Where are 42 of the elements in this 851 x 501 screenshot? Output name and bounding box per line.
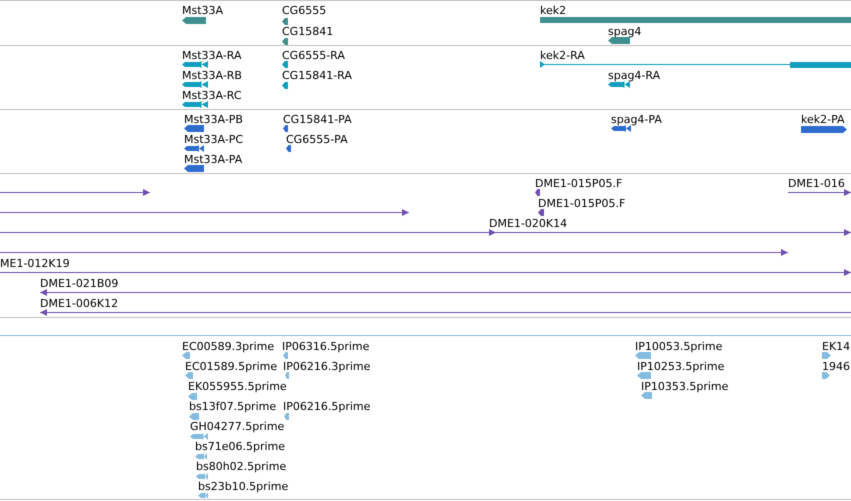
feature-label: EK14 [822,341,850,352]
feature-label: EK055955.5prime [188,381,287,392]
feature-label: bs71e06.5prime [195,441,286,452]
feature-label: DME1-015P05.F [535,178,622,189]
feature-label: CG15841-RA [282,70,352,81]
feature-label: Mst33A [182,5,224,16]
feature-label: IP10253.5prime [637,361,724,372]
feature-label: Mst33A-RC [182,90,242,101]
feature-label: DME1-015P05.F [538,198,626,209]
feature-label: CG15841-PA [283,114,352,125]
feature-label: DME1-016 [788,178,845,189]
feature-label: CG6555-RA [282,50,345,61]
feature-label: DME1-020K14 [489,218,568,229]
feature-label: spag4-RA [608,70,660,81]
feature-label: IP06216.3prime [283,361,370,372]
feature-label: DME1-006K12 [40,298,118,309]
feature-label: kek2-RA [540,50,585,61]
feature-label: CG6555-PA [286,134,348,145]
feature-label: IP10353.5prime [641,381,728,392]
feature-label: bs23b10.5prime [198,481,288,492]
feature-label: spag4 [608,26,642,37]
feature-label: 1946 [822,361,850,372]
feature-label: Mst33A-PC [184,134,244,145]
feature-label: EC01589.5prime [185,361,278,372]
feature-label: Mst33A-PA [184,154,242,165]
feature-label: IP06216.5prime [283,401,370,412]
feature-label: Mst33A-RA [182,50,242,61]
feature-label: kek2 [540,5,566,16]
feature-label: CG15841 [282,26,334,37]
feature-label: IP10053.5prime [635,341,722,352]
feature-label: spag4-PA [611,114,662,125]
feature-label: ME1-012K19 [0,258,70,269]
feature-label: EC00589.3prime [182,341,274,352]
feature-label: bs80h02.5prime [196,461,286,472]
feature-label: IP06316.5prime [282,341,370,352]
feature-label: CG6555 [282,5,326,16]
feature-label: GH04277.5prime [190,421,284,432]
feature-label: DME1-021B09 [40,278,118,289]
feature-label: kek2-PA [801,114,845,125]
feature-label: Mst33A-PB [184,114,243,125]
feature-label: bs13f07.5prime [189,401,276,412]
feature-label: Mst33A-RB [182,70,242,81]
